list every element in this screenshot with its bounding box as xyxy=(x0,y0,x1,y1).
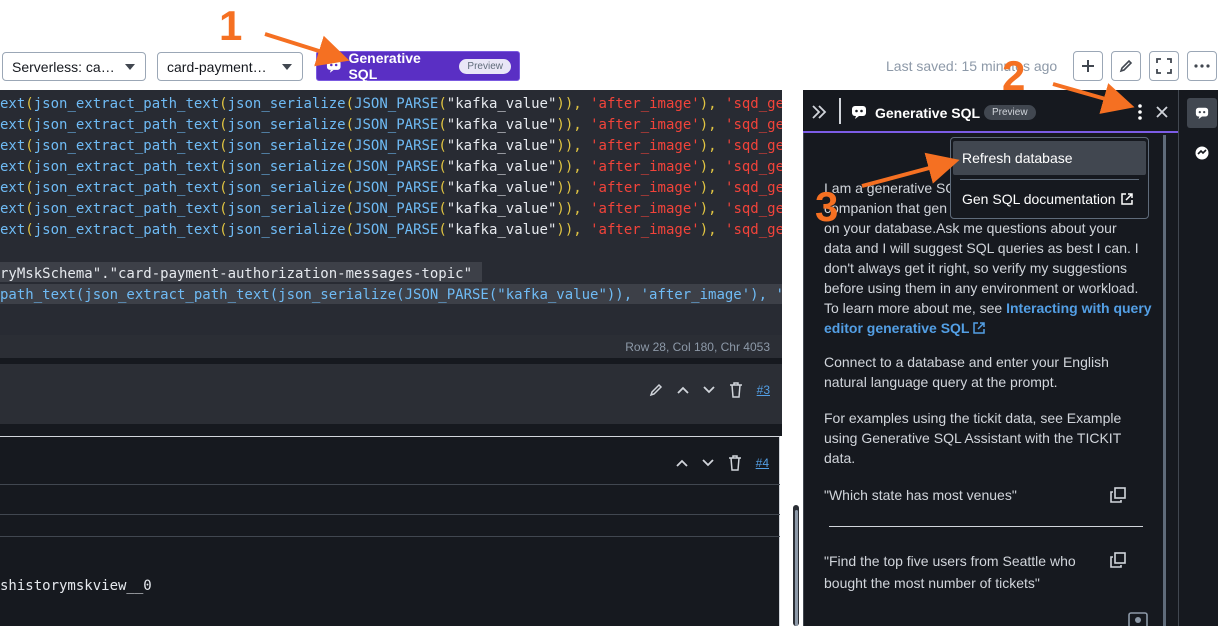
annotation-number-2: 2 xyxy=(1002,52,1026,99)
annotation-number-3: 3 xyxy=(815,183,839,230)
annotation-arrows xyxy=(264,32,1135,188)
annotation-number-1: 1 xyxy=(219,2,243,49)
